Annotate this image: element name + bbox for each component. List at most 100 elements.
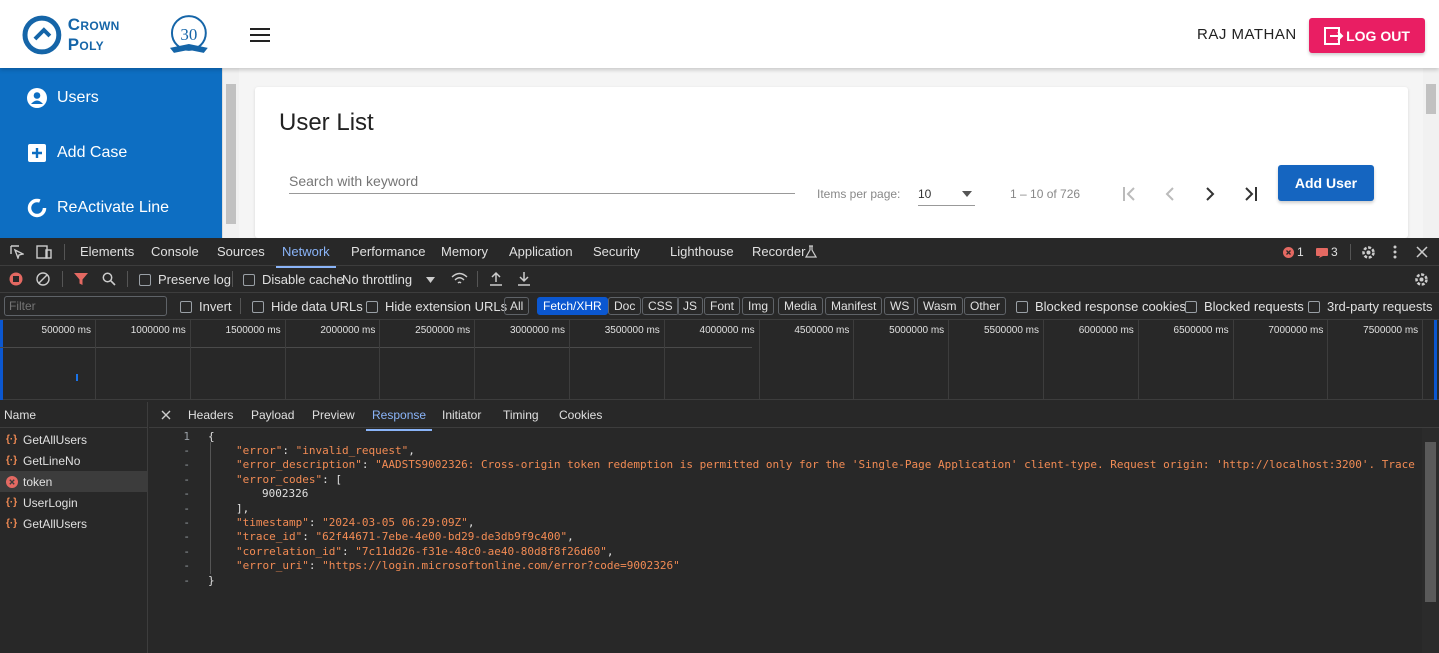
search-input[interactable]: [289, 169, 795, 194]
disable-cache-checkbox[interactable]: Disable cache: [243, 272, 344, 287]
hide-data-urls-label: Hide data URLs: [271, 299, 363, 314]
tab-lighthouse[interactable]: Lighthouse: [670, 244, 734, 259]
error-count-icon[interactable]: [1283, 247, 1294, 258]
fetch-request-icon: {·}: [6, 455, 18, 466]
close-detail-icon[interactable]: [161, 410, 171, 420]
tab-performance[interactable]: Performance: [351, 244, 425, 259]
network-conditions-icon[interactable]: [451, 272, 468, 286]
crown-poly-logo[interactable]: Crown Poly 30: [22, 13, 212, 57]
sidebar-scrollbar[interactable]: [222, 68, 239, 238]
menu-hamburger-icon[interactable]: [250, 28, 270, 42]
import-har-icon[interactable]: [489, 271, 503, 286]
filter-type-manifest[interactable]: Manifest: [825, 297, 883, 315]
request-row-userlogin[interactable]: {·} UserLogin: [0, 492, 148, 513]
filter-type-other[interactable]: Other: [964, 297, 1007, 315]
invert-checkbox[interactable]: Invert: [180, 299, 232, 314]
last-page-button[interactable]: [1238, 182, 1262, 206]
tab-headers[interactable]: Headers: [188, 408, 233, 422]
filter-input[interactable]: [4, 296, 167, 316]
close-icon[interactable]: [1416, 246, 1428, 258]
timeline-tick-label: 7500000 ms: [1363, 325, 1419, 336]
issues-count-icon[interactable]: [1316, 247, 1328, 258]
hide-extension-urls-checkbox[interactable]: Hide extension URLs: [366, 299, 507, 314]
tab-elements[interactable]: Elements: [80, 244, 134, 259]
tab-security[interactable]: Security: [593, 244, 640, 259]
add-user-button[interactable]: Add User: [1278, 165, 1374, 201]
filter-type-font[interactable]: Font: [704, 297, 741, 315]
sidebar-item-label: ReActivate Line: [57, 198, 170, 216]
tab-application[interactable]: Application: [509, 244, 573, 259]
filter-type-wasm[interactable]: Wasm: [917, 297, 963, 315]
export-har-icon[interactable]: [517, 271, 531, 286]
tab-memory[interactable]: Memory: [441, 244, 488, 259]
tab-sources[interactable]: Sources: [217, 244, 265, 259]
first-page-button[interactable]: [1118, 182, 1142, 206]
timeline-gridline: [189, 320, 191, 400]
clear-icon[interactable]: [36, 272, 50, 286]
timeline-tick-label: 6000000 ms: [1078, 325, 1134, 336]
sidebar-item-label: Add Case: [57, 143, 128, 161]
hide-data-urls-checkbox[interactable]: Hide data URLs: [252, 299, 363, 314]
timeline-tick-label: 3500000 ms: [604, 325, 660, 336]
next-page-button[interactable]: [1198, 182, 1222, 206]
tab-response[interactable]: Response: [365, 408, 433, 431]
request-row-token[interactable]: token: [0, 471, 148, 492]
filter-type-all[interactable]: All: [504, 297, 530, 315]
more-vertical-icon[interactable]: [1393, 245, 1397, 259]
tab-network[interactable]: Network: [276, 244, 336, 268]
third-party-requests-checkbox[interactable]: 3rd-party requests: [1308, 299, 1433, 314]
json-key: "error": [236, 444, 283, 457]
blocked-requests-checkbox[interactable]: Blocked requests: [1185, 299, 1304, 314]
network-settings-gear-icon[interactable]: [1414, 272, 1429, 287]
timeline-tick-label: 4500000 ms: [794, 325, 850, 336]
record-stop-icon[interactable]: [9, 272, 23, 286]
preserve-log-checkbox[interactable]: Preserve log: [139, 272, 231, 287]
json-value: "https://login.microsoftonline.com/error…: [322, 559, 680, 572]
filter-type-js[interactable]: JS: [677, 297, 704, 315]
filter-type-img[interactable]: Img: [742, 297, 775, 315]
blocked-requests-label: Blocked requests: [1204, 299, 1304, 314]
timeline-gridline: [95, 320, 96, 400]
filter-type-media[interactable]: Media: [778, 297, 823, 315]
tab-console[interactable]: Console: [151, 244, 199, 259]
line-number: -: [183, 530, 190, 543]
previous-page-button[interactable]: [1158, 182, 1182, 206]
blocked-response-cookies-checkbox[interactable]: Blocked response cookies: [1016, 299, 1186, 314]
json-key: "trace_id": [236, 530, 303, 543]
inspect-element-icon[interactable]: [10, 245, 24, 259]
request-row-getlineno[interactable]: {·} GetLineNo: [0, 450, 148, 471]
request-row-getallusers[interactable]: {·} GetAllUsers: [0, 513, 148, 534]
filter-type-fetch-xhr[interactable]: Fetch/XHR: [537, 297, 608, 315]
main-scrollbar[interactable]: [1423, 68, 1439, 238]
plus-box-icon: [28, 143, 46, 162]
gear-icon[interactable]: [1361, 245, 1376, 260]
chevron-left-icon: [1165, 187, 1174, 201]
logout-button[interactable]: LOG OUT: [1309, 18, 1425, 53]
response-scrollbar[interactable]: [1422, 428, 1439, 653]
tab-cookies[interactable]: Cookies: [559, 408, 602, 422]
response-body[interactable]: 1 - - - - - - - - - - { "error": "invali…: [150, 428, 1422, 653]
tab-recorder[interactable]: Recorder: [752, 244, 805, 259]
timeline-overview[interactable]: 500000 ms 1000000 ms 1500000 ms 2000000 ms 2…: [0, 320, 1439, 400]
line-number: -: [183, 458, 190, 471]
device-toolbar-icon[interactable]: [36, 245, 52, 259]
sidebar-item-add-case[interactable]: Add Case: [0, 125, 222, 180]
name-column-header[interactable]: Name: [0, 402, 148, 428]
throttling-select[interactable]: No throttling: [342, 272, 436, 287]
request-row-getallusers[interactable]: {·} GetAllUsers: [0, 429, 148, 450]
tab-preview[interactable]: Preview: [312, 408, 355, 422]
filter-type-ws[interactable]: WS: [884, 297, 916, 315]
filter-type-doc[interactable]: Doc: [608, 297, 642, 315]
filter-icon[interactable]: [74, 272, 88, 286]
line-number: -: [183, 574, 190, 587]
sidebar-item-users[interactable]: Users: [0, 70, 222, 125]
items-per-page-select[interactable]: 10: [918, 182, 975, 206]
sidebar-item-reactivate-line[interactable]: ReActivate Line: [0, 180, 222, 235]
tab-initiator[interactable]: Initiator: [442, 408, 481, 422]
tab-timing[interactable]: Timing: [503, 408, 539, 422]
tab-payload[interactable]: Payload: [251, 408, 294, 422]
line-number: -: [183, 502, 190, 515]
sidebar-item-label: Users: [57, 88, 99, 106]
search-icon[interactable]: [102, 272, 116, 286]
filter-type-css[interactable]: CSS: [642, 297, 679, 315]
